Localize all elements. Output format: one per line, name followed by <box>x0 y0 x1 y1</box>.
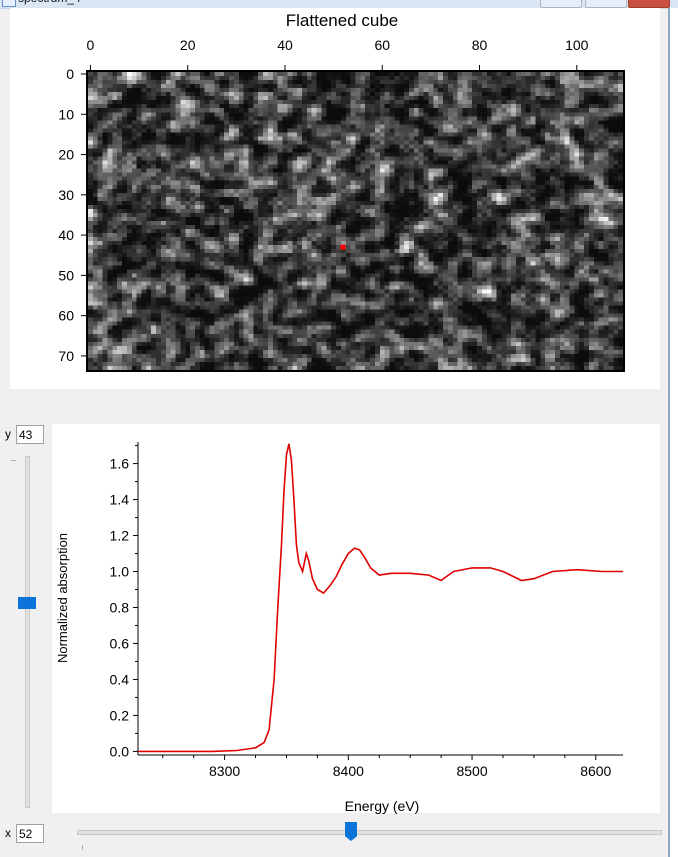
image-y-tick-label: 20 <box>58 147 74 163</box>
image-plot-title: Flattened cube <box>286 11 398 30</box>
image-y-tick-label: 0 <box>66 66 74 82</box>
x-control-label: x <box>5 826 11 840</box>
image-y-tick-label: 70 <box>58 348 74 364</box>
flattened-cube-image[interactable] <box>88 72 623 370</box>
y-slider-thumb[interactable] <box>18 597 36 609</box>
background-window-strip <box>670 8 678 857</box>
y-control-label: y <box>5 427 11 441</box>
image-y-tick-label: 30 <box>58 187 74 203</box>
flattened-cube-plot[interactable]: Flattened cube 0 20 40 60 80 100 0 10 20 30 40 50 60… <box>0 0 678 400</box>
image-x-tick-label: 60 <box>374 37 390 53</box>
x-slider-tick <box>82 845 83 850</box>
x-slider-track[interactable] <box>77 830 662 835</box>
image-y-tick-label: 50 <box>58 267 74 283</box>
y-slider-track[interactable] <box>25 456 30 808</box>
image-y-tick-label: 10 <box>58 106 74 122</box>
image-x-tick-label: 0 <box>87 37 95 53</box>
spectrum-plot-panel <box>52 424 660 813</box>
image-x-tick-label: 80 <box>472 37 488 53</box>
image-y-tick-label: 40 <box>58 227 74 243</box>
image-x-tick-label: 20 <box>180 37 196 53</box>
y-value-field[interactable]: 43 <box>16 425 44 444</box>
x-value-field[interactable]: 52 <box>16 824 44 843</box>
y-slider-tick <box>11 460 16 461</box>
image-y-tick-label: 60 <box>58 308 74 324</box>
pixel-marker <box>340 244 346 250</box>
x-slider-thumb[interactable] <box>345 822 357 841</box>
image-x-tick-label: 100 <box>565 37 589 53</box>
image-x-tick-label: 40 <box>277 37 293 53</box>
